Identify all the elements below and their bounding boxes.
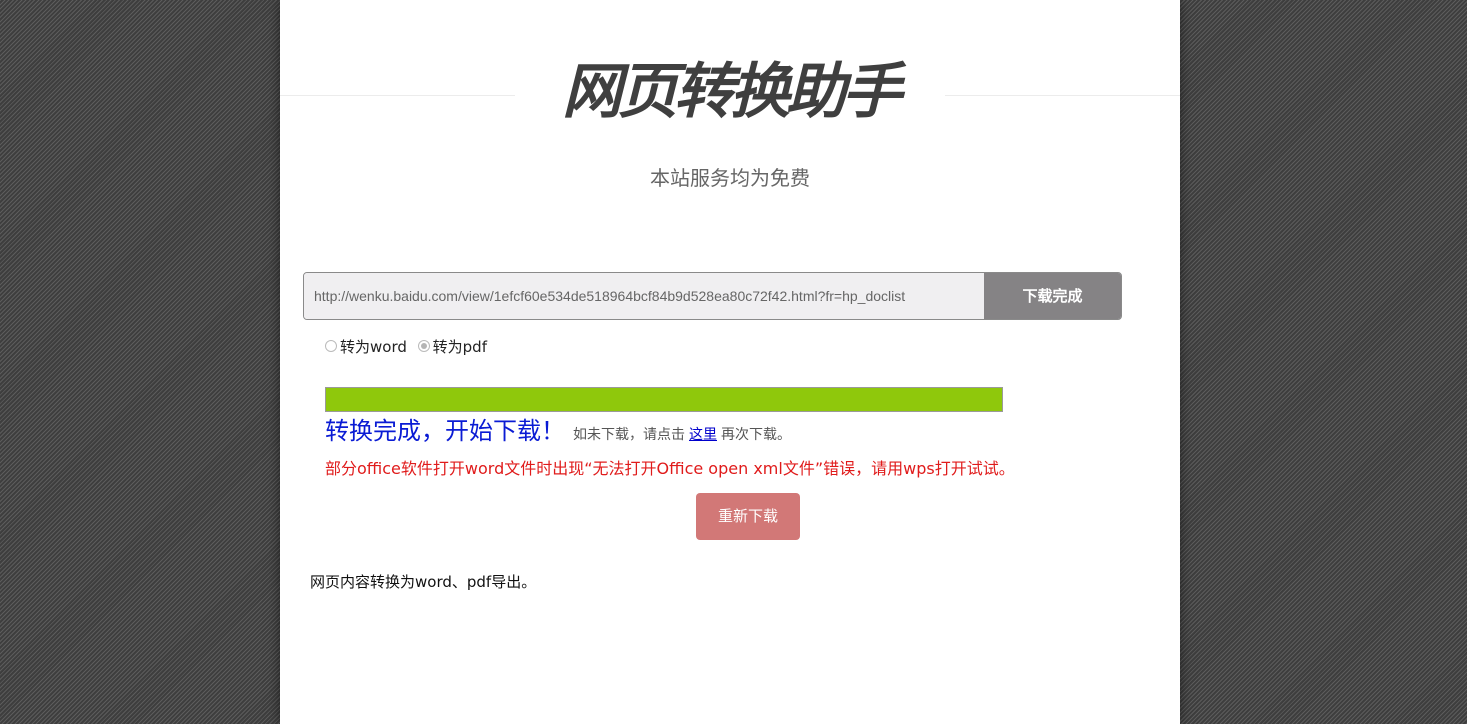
option-word-label: 转为word — [340, 338, 407, 356]
footer-description: 网页内容转换为word、pdf导出。 — [310, 573, 537, 591]
redownload-here-link[interactable]: 这里 — [689, 427, 717, 443]
url-input[interactable] — [304, 273, 984, 319]
option-pdf[interactable]: 转为pdf — [417, 336, 487, 358]
option-pdf-label: 转为pdf — [432, 338, 487, 356]
hint-suffix: 再次下载。 — [721, 427, 791, 443]
title-divider-right — [945, 95, 1180, 96]
radio-word[interactable] — [325, 340, 337, 352]
page-subtitle: 本站服务均为免费 — [650, 166, 810, 190]
progress-bar — [325, 387, 1003, 412]
done-message: 转换完成，开始下载！ 如未下载，请点击 这里 再次下载。 — [325, 413, 791, 453]
title-divider-left — [280, 95, 515, 96]
hint-prefix: 如未下载，请点击 — [573, 427, 685, 443]
option-word[interactable]: 转为word — [325, 336, 407, 358]
format-options: 转为word 转为pdf — [325, 336, 493, 358]
progress-fill — [326, 388, 1002, 411]
page-title: 网页转换助手 — [562, 57, 902, 127]
main-panel: 网页转换助手 本站服务均为免费 下载完成 转为word 转为pdf 转换完成，开… — [280, 0, 1180, 724]
redownload-button[interactable]: 重新下载 — [696, 493, 800, 540]
warning-text: 部分office软件打开word文件时出现“无法打开Office open xm… — [325, 459, 1015, 478]
download-complete-button[interactable]: 下载完成 — [984, 273, 1121, 319]
url-form: 下载完成 — [303, 272, 1122, 320]
radio-pdf[interactable] — [417, 340, 430, 352]
done-text: 转换完成，开始下载！ — [325, 417, 565, 445]
